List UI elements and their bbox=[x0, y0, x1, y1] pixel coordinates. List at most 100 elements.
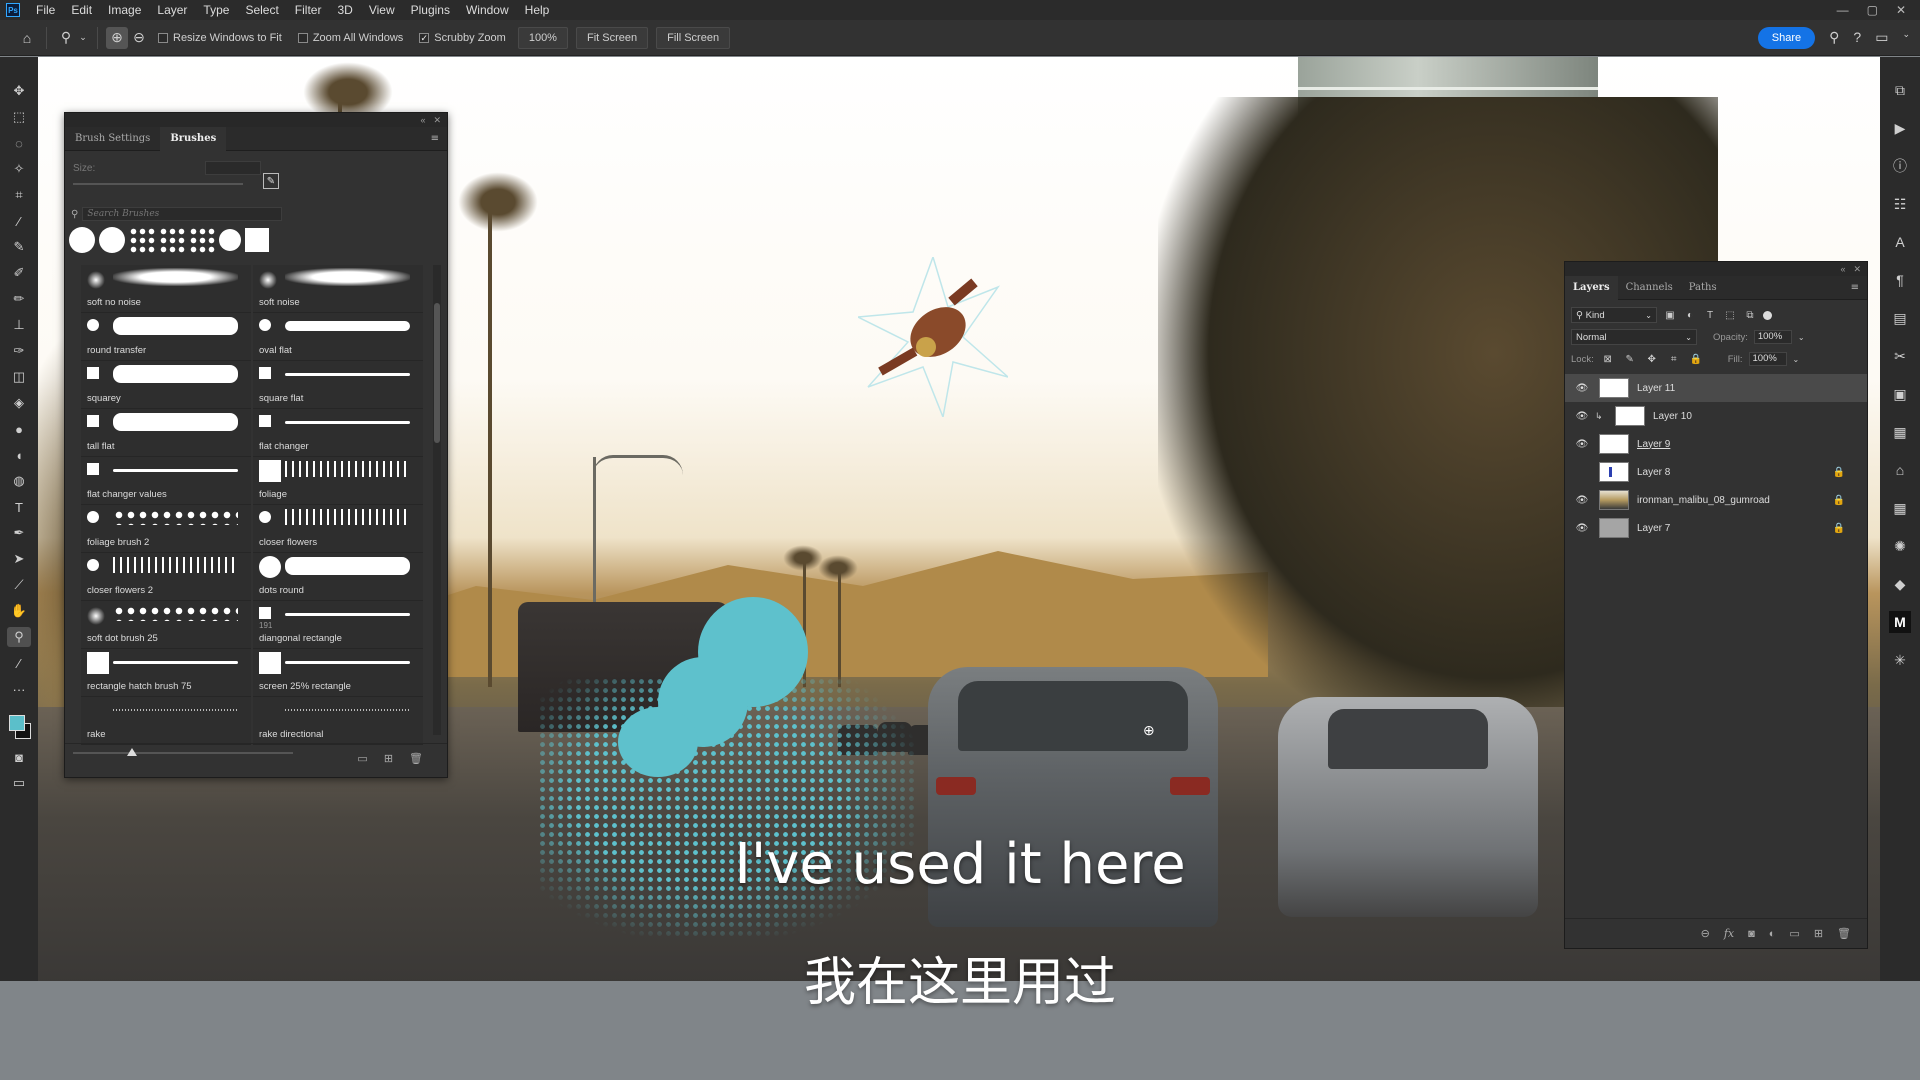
zoom-out-icon[interactable]: ⊖ bbox=[128, 27, 150, 49]
brush-preset-item[interactable]: soft noise bbox=[253, 265, 423, 313]
panel-menu-icon[interactable]: ≡ bbox=[1851, 282, 1867, 293]
more-tools-icon[interactable]: ··· bbox=[7, 679, 31, 699]
brush-preset-item[interactable]: squarey bbox=[81, 361, 251, 409]
menu-window[interactable]: Window bbox=[458, 3, 517, 17]
delete-icon[interactable]: 🗑 bbox=[409, 752, 423, 765]
recent-brush-preset[interactable] bbox=[245, 228, 269, 252]
menu-view[interactable]: View bbox=[361, 3, 403, 17]
actions-play-icon[interactable]: ▶ bbox=[1889, 117, 1911, 139]
visibility-eye-icon[interactable]: 👁 bbox=[1573, 523, 1591, 534]
filter-toggle-icon[interactable] bbox=[1763, 310, 1772, 320]
menu-edit[interactable]: Edit bbox=[63, 3, 100, 17]
zoom-tool-preset-icon[interactable]: ⚲ bbox=[55, 27, 77, 49]
brush-preset-item[interactable]: foliage brush 2 bbox=[81, 505, 251, 553]
menu-help[interactable]: Help bbox=[517, 3, 558, 17]
layer-name[interactable]: Layer 10 bbox=[1653, 411, 1692, 422]
eyedropper-tool-icon[interactable]: ⁄ bbox=[7, 211, 31, 231]
timeline-icon[interactable]: ▦ bbox=[1889, 421, 1911, 443]
magic-wand-tool-icon[interactable]: ✧ bbox=[7, 159, 31, 179]
zoom-all-windows-checkbox[interactable]: Zoom All Windows bbox=[297, 32, 403, 44]
brush-preset-item[interactable]: rake bbox=[81, 697, 251, 745]
libraries-icon[interactable]: ▣ bbox=[1889, 383, 1911, 405]
help-icon[interactable]: ? bbox=[1853, 29, 1861, 46]
brush-preset-item[interactable]: foliage bbox=[253, 457, 423, 505]
layer-row[interactable]: 👁 ironman_malibu_08_gumroad 🔒 bbox=[1565, 486, 1867, 514]
brush-preset-item[interactable]: tall flat bbox=[81, 409, 251, 457]
menu-type[interactable]: Type bbox=[195, 3, 237, 17]
chevron-down-icon[interactable]: ⌄ bbox=[1798, 333, 1805, 342]
history-brush-tool-icon[interactable]: ✑ bbox=[7, 341, 31, 361]
home-icon[interactable]: ⌂ bbox=[16, 27, 38, 49]
brush-edit-icon[interactable]: ✎ bbox=[263, 173, 279, 189]
layer-row[interactable]: 👁 Layer 8 🔒 bbox=[1565, 458, 1867, 486]
brush-preset-item[interactable]: square flat bbox=[253, 361, 423, 409]
visibility-eye-icon[interactable]: 👁 bbox=[1573, 383, 1591, 394]
close-icon[interactable]: ✕ bbox=[1853, 264, 1861, 274]
resize-windows-checkbox[interactable]: Resize Windows to Fit bbox=[158, 32, 282, 44]
m-plugin-icon[interactable]: M bbox=[1889, 611, 1911, 633]
lock-all-icon[interactable]: 🔒 bbox=[1688, 354, 1704, 365]
shape-icon[interactable]: ◆ bbox=[1889, 573, 1911, 595]
collapse-icon[interactable]: « bbox=[420, 115, 425, 125]
quick-mask-icon[interactable]: ◙ bbox=[7, 747, 31, 767]
layer-row[interactable]: 👁 Layer 7 🔒 bbox=[1565, 514, 1867, 542]
opacity-input[interactable]: 100% bbox=[1753, 330, 1792, 344]
grid-icon[interactable]: ▦ bbox=[1889, 497, 1911, 519]
dodge-tool-icon[interactable]: ◖ bbox=[7, 445, 31, 465]
recent-brush-preset[interactable] bbox=[99, 227, 125, 253]
layer-row[interactable]: 👁 ↳ Layer 10 bbox=[1565, 402, 1867, 430]
zoom-percent-field[interactable]: 100% bbox=[517, 26, 568, 49]
burst-icon[interactable]: ✳ bbox=[1889, 649, 1911, 671]
photoshop-logo-icon[interactable]: Ps bbox=[6, 3, 20, 17]
scrollbar-thumb[interactable] bbox=[434, 303, 440, 443]
menu-select[interactable]: Select bbox=[237, 3, 286, 17]
tab-paths[interactable]: Paths bbox=[1681, 276, 1725, 300]
lock-artboard-icon[interactable]: ⌗ bbox=[1666, 354, 1682, 365]
properties-icon[interactable]: ☷ bbox=[1889, 193, 1911, 215]
tab-channels[interactable]: Channels bbox=[1618, 276, 1681, 300]
visibility-eye-icon[interactable]: 👁 bbox=[1573, 467, 1591, 478]
brush-preset-item[interactable]: 191 diangonal rectangle bbox=[253, 601, 423, 649]
type-filter-icon[interactable]: T bbox=[1703, 309, 1717, 321]
brush-preset-item[interactable]: closer flowers 2 bbox=[81, 553, 251, 601]
brush-preset-item[interactable]: rake directional bbox=[253, 697, 423, 745]
layer-row[interactable]: 👁 Layer 11 bbox=[1565, 374, 1867, 402]
zoom-in-icon[interactable]: ⊕ bbox=[106, 26, 128, 49]
checkmark-icon[interactable]: ✓ bbox=[419, 32, 430, 43]
lock-position-icon[interactable]: ✥ bbox=[1644, 354, 1660, 365]
pencil-tool-icon[interactable]: ✏ bbox=[7, 289, 31, 309]
search-icon[interactable]: ⚲ bbox=[1829, 29, 1839, 46]
notes-icon[interactable]: ▤ bbox=[1889, 307, 1911, 329]
chevron-down-icon[interactable]: ⌄ bbox=[1902, 29, 1910, 46]
tab-layers[interactable]: Layers bbox=[1565, 275, 1618, 300]
layer-name[interactable]: Layer 9 bbox=[1637, 439, 1670, 450]
scrubby-zoom-checkbox[interactable]: ✓ Scrubby Zoom bbox=[419, 32, 506, 44]
checkbox-box[interactable] bbox=[297, 32, 308, 43]
adjustment-filter-icon[interactable]: ◐ bbox=[1683, 309, 1697, 321]
visibility-eye-icon[interactable]: 👁 bbox=[1573, 439, 1591, 450]
smart-object-filter-icon[interactable]: ⧉ bbox=[1743, 309, 1757, 321]
shape-filter-icon[interactable]: ⬚ bbox=[1723, 309, 1737, 321]
line-tool-icon[interactable]: ⟋ bbox=[7, 575, 31, 595]
move-tool-icon[interactable]: ✥ bbox=[7, 81, 31, 101]
foreground-color-swatch[interactable] bbox=[9, 715, 25, 731]
close-icon[interactable]: ✕ bbox=[1896, 3, 1906, 17]
slider-knob[interactable] bbox=[127, 748, 137, 756]
brush-preset-item[interactable]: closer flowers bbox=[253, 505, 423, 553]
hand-tool-icon[interactable]: ✋ bbox=[7, 601, 31, 621]
character-icon[interactable]: A bbox=[1889, 231, 1911, 253]
new-brush-icon[interactable]: ⊞ bbox=[384, 752, 393, 765]
menu-layer[interactable]: Layer bbox=[149, 3, 195, 17]
maximize-icon[interactable]: ▢ bbox=[1867, 3, 1878, 17]
lock-pixels-icon[interactable]: ✎ bbox=[1622, 354, 1638, 365]
checkbox-box[interactable] bbox=[158, 32, 168, 43]
eraser-tool-icon[interactable]: ◫ bbox=[7, 367, 31, 387]
minimize-icon[interactable]: — bbox=[1837, 3, 1849, 17]
brush-preset-item[interactable]: round transfer bbox=[81, 313, 251, 361]
paint-bucket-tool-icon[interactable]: ◈ bbox=[7, 393, 31, 413]
plugins-icon[interactable]: ⌂ bbox=[1889, 459, 1911, 481]
filter-kind-select[interactable]: ⚲ Kind ⌄ bbox=[1571, 307, 1657, 323]
adjustment-layer-icon[interactable]: ◐ bbox=[1769, 928, 1776, 940]
new-group-icon[interactable]: ▭ bbox=[1789, 927, 1799, 940]
history-icon[interactable]: ⧉ bbox=[1889, 79, 1911, 101]
